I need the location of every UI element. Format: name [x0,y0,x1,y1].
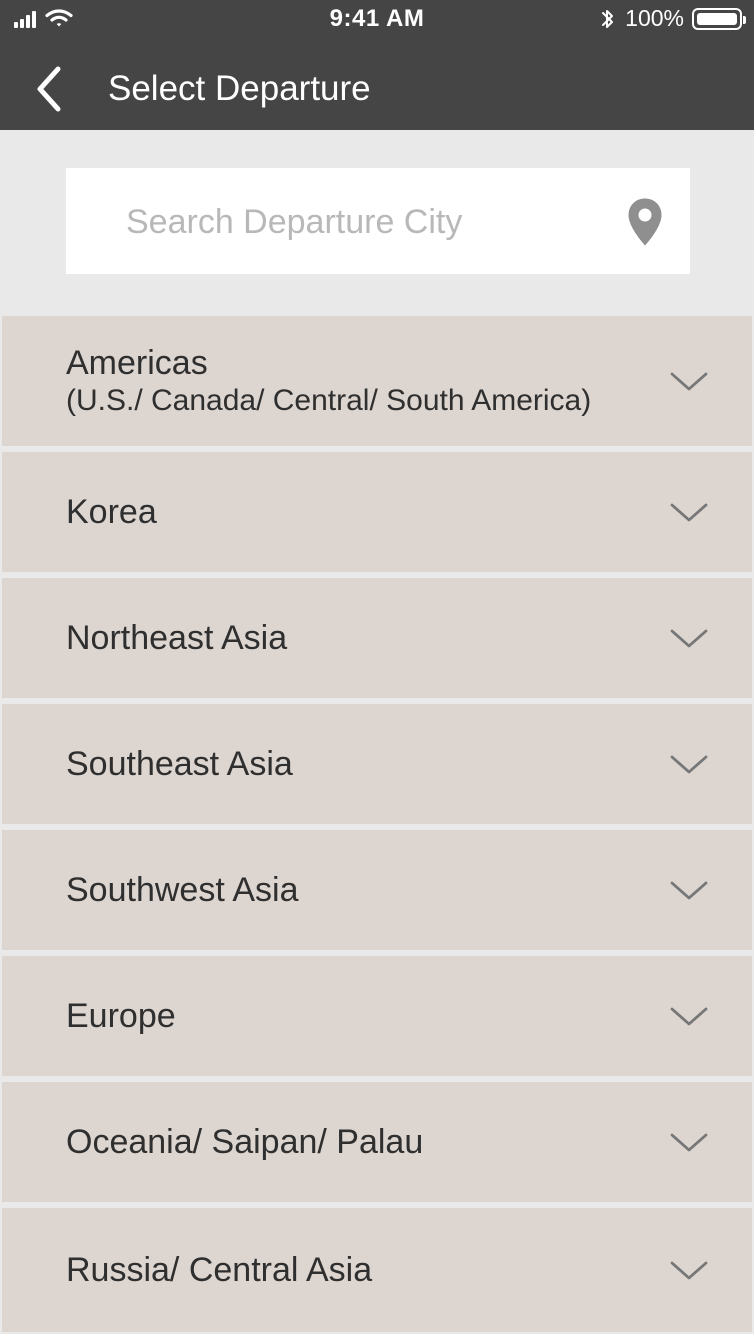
map-pin-icon [628,198,662,246]
chevron-left-icon [37,66,61,112]
chevron-down-icon [670,372,708,391]
region-label-russia-central-asia: Russia/ Central Asia [66,1251,373,1289]
region-item-europe[interactable]: Europe [2,956,752,1076]
search-area [0,130,754,316]
region-item-northeast-asia[interactable]: Northeast Asia [2,578,752,698]
region-subtitle-americas: (U.S./ Canada/ Central/ South America) [66,384,592,417]
chevron-down-icon [670,1007,708,1026]
region-item-americas[interactable]: Americas (U.S./ Canada/ Central/ South A… [2,316,752,446]
region-label-southwest-asia: Southwest Asia [66,871,299,909]
chevron-down-icon [670,1133,708,1152]
region-label-europe: Europe [66,997,176,1035]
chevron-down-icon [670,755,708,774]
chevron-down-icon [670,881,708,900]
region-label-northeast-asia: Northeast Asia [66,619,288,657]
battery-percent: 100% [625,5,684,31]
location-button[interactable] [626,197,664,247]
bluetooth-icon [602,9,614,28]
region-label-southeast-asia: Southeast Asia [66,745,293,783]
region-item-korea[interactable]: Korea [2,452,752,572]
region-list: Americas (U.S./ Canada/ Central/ South A… [2,316,752,1332]
chevron-down-icon [670,629,708,648]
chevron-down-icon [670,503,708,522]
region-label-americas: Americas (U.S./ Canada/ Central/ South A… [66,343,591,419]
region-item-southwest-asia[interactable]: Southwest Asia [2,830,752,950]
search-input[interactable] [124,193,608,251]
app-header: 9:41 AM 100% Select Departure [0,0,754,130]
battery-icon [692,7,746,30]
page-title: Select Departure [108,69,371,108]
navigation-bar: Select Departure [0,40,754,130]
region-item-southeast-asia[interactable]: Southeast Asia [2,704,752,824]
region-label-korea: Korea [66,493,157,531]
back-button[interactable] [26,62,70,116]
status-right: 100% [599,5,746,32]
status-bar: 9:41 AM 100% [0,0,754,40]
region-item-russia-central-asia[interactable]: Russia/ Central Asia [2,1208,752,1332]
chevron-down-icon [670,1261,708,1280]
region-label-oceania-saipan-palau: Oceania/ Saipan/ Palau [66,1123,424,1161]
region-item-oceania-saipan-palau[interactable]: Oceania/ Saipan/ Palau [2,1082,752,1202]
region-title-americas: Americas [66,344,208,382]
search-box[interactable] [66,168,690,274]
